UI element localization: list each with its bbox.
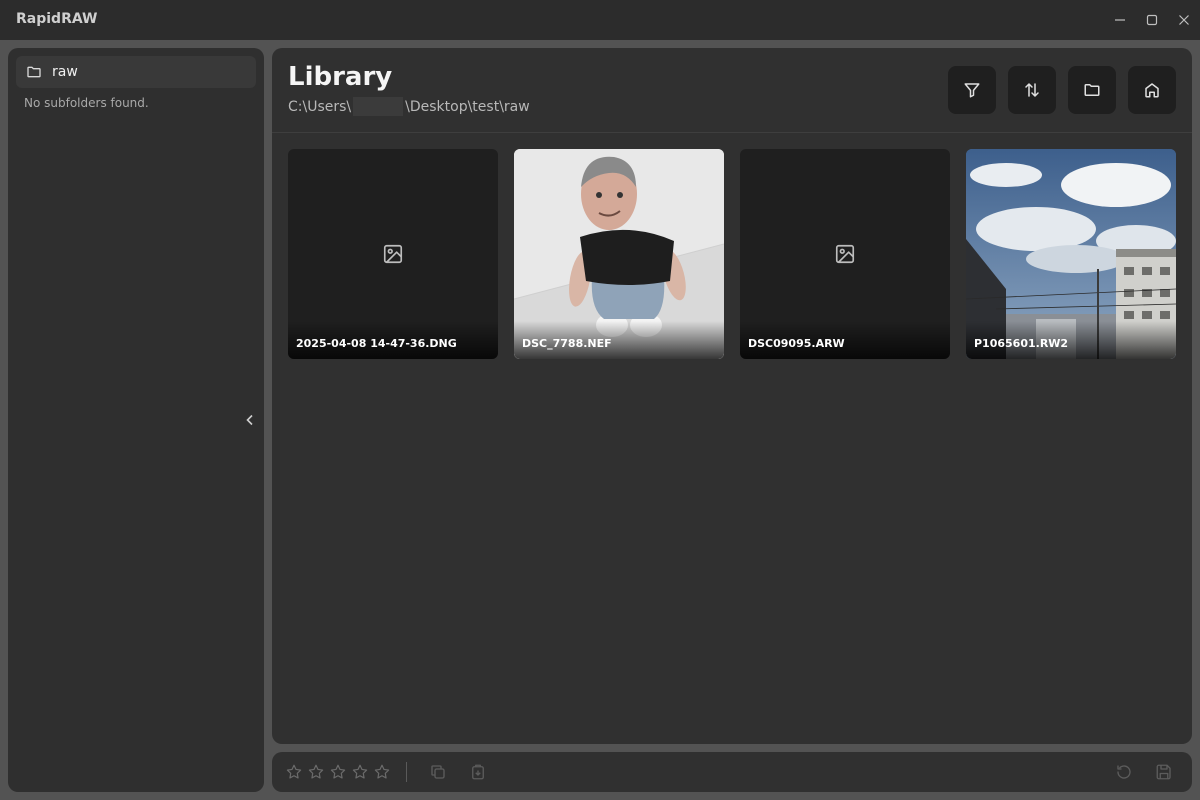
- library-panel: Library C:\Users\ \Desktop\test\raw 2025…: [272, 48, 1192, 744]
- filter-button[interactable]: [948, 66, 996, 114]
- star-icon: [308, 764, 324, 779]
- image-thumbnail[interactable]: DSC09095.ARW: [740, 149, 950, 359]
- rating-star-1[interactable]: [284, 762, 304, 782]
- image-thumbnail[interactable]: P1065601.RW2: [966, 149, 1176, 359]
- chevron-left-icon: [246, 414, 253, 426]
- rating-star-5[interactable]: [372, 762, 392, 782]
- save-button[interactable]: [1154, 762, 1174, 782]
- undo-icon: [1117, 765, 1131, 779]
- star-rating: [284, 762, 392, 782]
- paste-icon: [472, 764, 484, 780]
- image-placeholder-icon: [835, 244, 855, 264]
- path-suffix: \Desktop\test\raw: [405, 98, 530, 115]
- close-button[interactable]: [1168, 0, 1200, 40]
- star-icon: [352, 764, 368, 779]
- bottom-toolbar: [272, 752, 1192, 792]
- paste-settings-button[interactable]: [468, 762, 488, 782]
- collapse-sidebar-button[interactable]: [242, 408, 258, 432]
- open-folder-button[interactable]: [1068, 66, 1116, 114]
- breadcrumb: C:\Users\ \Desktop\test\raw: [288, 97, 530, 116]
- rating-star-3[interactable]: [328, 762, 348, 782]
- title-bar: RapidRAW: [0, 0, 1200, 40]
- sidebar-item-label: raw: [52, 64, 78, 80]
- sort-icon: [1025, 83, 1039, 97]
- no-subfolders-text: No subfolders found.: [24, 96, 149, 110]
- filter-icon: [964, 83, 980, 98]
- reset-button[interactable]: [1114, 762, 1134, 782]
- maximize-button[interactable]: [1136, 0, 1168, 40]
- library-header: Library C:\Users\ \Desktop\test\raw: [272, 48, 1192, 133]
- copy-settings-button[interactable]: [428, 762, 448, 782]
- image-thumbnail[interactable]: DSC_7788.NEF: [514, 149, 724, 359]
- image-thumbnail[interactable]: 2025-04-08 14-47-36.DNG: [288, 149, 498, 359]
- window-controls: [1104, 0, 1200, 40]
- maximize-icon: [1146, 14, 1158, 26]
- image-filename: 2025-04-08 14-47-36.DNG: [296, 337, 457, 350]
- image-placeholder-icon: [383, 244, 403, 264]
- page-title: Library: [288, 62, 393, 92]
- close-icon: [1179, 15, 1189, 25]
- folder-icon: [27, 66, 41, 78]
- folder-sidebar: raw No subfolders found.: [8, 48, 264, 792]
- folder-icon: [1084, 84, 1100, 96]
- star-icon: [286, 764, 302, 779]
- home-button[interactable]: [1128, 66, 1176, 114]
- image-filename: P1065601.RW2: [974, 337, 1069, 350]
- star-icon: [374, 764, 390, 779]
- toolbar-divider: [406, 762, 407, 782]
- redacted-username: [353, 97, 404, 116]
- minimize-button[interactable]: [1104, 0, 1136, 40]
- sidebar-item-raw[interactable]: raw: [16, 56, 256, 88]
- image-filename: DSC09095.ARW: [748, 337, 845, 350]
- path-prefix: C:\Users\: [288, 98, 352, 115]
- minimize-icon: [1115, 19, 1125, 21]
- copy-icon: [431, 765, 445, 779]
- sort-button[interactable]: [1008, 66, 1056, 114]
- rating-star-2[interactable]: [306, 762, 326, 782]
- save-icon: [1156, 764, 1171, 780]
- image-filename: DSC_7788.NEF: [522, 337, 612, 350]
- home-icon: [1145, 83, 1159, 98]
- rating-star-4[interactable]: [350, 762, 370, 782]
- app-title: RapidRAW: [16, 11, 98, 27]
- star-icon: [330, 764, 346, 779]
